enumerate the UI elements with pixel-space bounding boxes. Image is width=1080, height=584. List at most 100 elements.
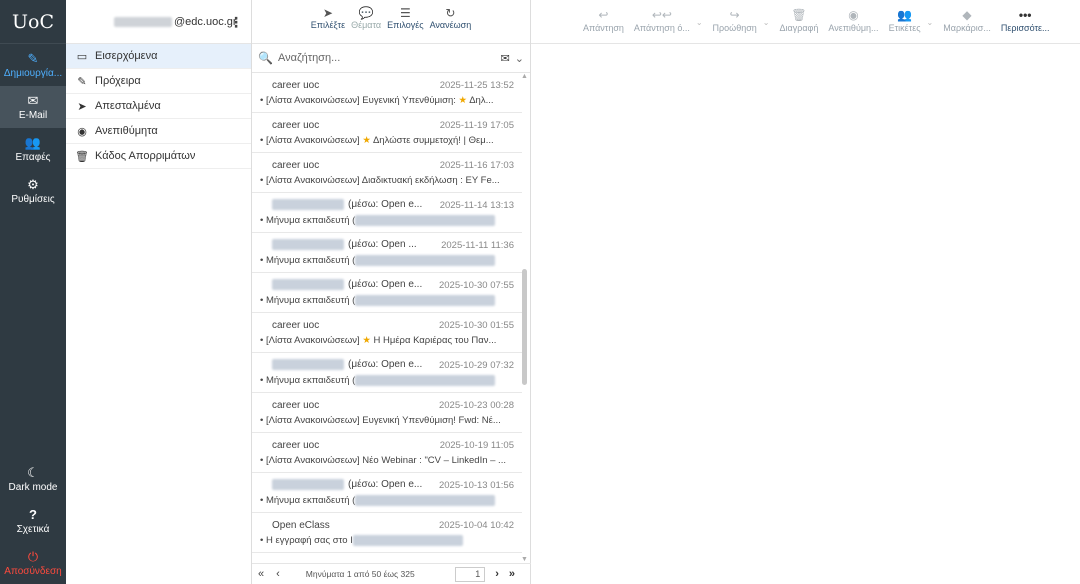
more-icon: •••: [1018, 8, 1032, 22]
refresh-icon: ↻: [445, 6, 456, 20]
folder-trash[interactable]: 🗑 Κάδος Απορριμάτων: [66, 144, 251, 169]
nav-mail[interactable]: ✉ E-Mail: [0, 86, 66, 128]
sender-text: (μέσω: Open ...: [348, 239, 417, 251]
account-email: @edc.uoc.gr: [174, 15, 237, 28]
threads-label: Θέματα: [351, 20, 382, 30]
folder-drafts[interactable]: ✎ Πρόχειρα: [66, 69, 251, 94]
nav-contacts[interactable]: 👥 Επαφές: [0, 128, 66, 170]
dropdown-caret-icon[interactable]: ⌄: [696, 18, 703, 43]
message-row[interactable]: Open eClass 2025-10-04 10:42 • Η εγγραφή σ…: [252, 513, 522, 553]
pager-text: Μηνύματα 1 από 50 έως 325: [305, 569, 415, 579]
sender-text: career uoc: [272, 119, 320, 131]
dropdown-caret-icon[interactable]: ⌄: [763, 18, 770, 43]
message-sender: (μέσω: Open e...: [272, 199, 422, 211]
message-date: 2025-11-16 17:03: [439, 159, 514, 171]
message-sender: career uoc: [272, 160, 319, 171]
more-button[interactable]: ••• Περισσότε...: [1001, 8, 1050, 43]
account-menu-icon[interactable]: ⋮: [229, 14, 243, 31]
account-name-redacted: [114, 16, 172, 27]
webmail-app: UoC ✎ Δημιουργία... ✉ E-Mail 👥 Επαφές ⚙ …: [0, 0, 1080, 584]
message-row[interactable]: career uoc 2025-10-30 01:55 • [Λίστα Ανακο…: [252, 313, 522, 353]
reply-all-button[interactable]: ↩↩ Απάντηση ό...: [634, 8, 690, 43]
page-number-input[interactable]: 1: [455, 566, 486, 582]
message-row[interactable]: career uoc 2025-11-25 13:52 • [Λίστα Ανακο…: [252, 73, 522, 113]
scroll-down-icon[interactable]: ▼: [521, 556, 528, 563]
folder-sent[interactable]: ➤ Απεσταλμένα: [66, 94, 251, 119]
options-button[interactable]: ☰ Επιλογές: [387, 6, 423, 43]
message-row[interactable]: (μέσω: Open e... 2025-10-30 07:55 • Μήνυμα…: [252, 273, 522, 313]
message-row[interactable]: (μέσω: Open ... 2025-11-11 11:36 • Μήνυμα …: [252, 233, 522, 273]
trash-icon: 🗑: [75, 150, 89, 163]
scroll-up-icon[interactable]: ▲: [521, 73, 528, 80]
message-subject: • Μήνυμα εκπαιδευτή (: [260, 493, 514, 509]
search-input[interactable]: Αναζήτηση...: [278, 52, 501, 64]
account-header: @edc.uoc.gr ⋮: [66, 0, 251, 44]
compose-label: Δημιουργία...: [3, 67, 63, 79]
message-row[interactable]: (μέσω: Open e... 2025-10-13 01:56 • Μήνυμα…: [252, 473, 522, 513]
message-header: career uoc 2025-11-19 17:05: [272, 117, 514, 133]
select-button[interactable]: ➤ Επιλέξτε: [311, 6, 345, 43]
subject-redacted: [355, 294, 496, 306]
sender-text: career uoc: [272, 79, 320, 91]
last-page-icon[interactable]: »: [509, 568, 515, 580]
spam-icon: ◉: [77, 125, 87, 138]
message-header: career uoc 2025-10-19 11:05: [272, 437, 514, 453]
settings-label: Ρυθμίσεις: [11, 193, 55, 205]
spam-button[interactable]: ◉ Ανεπιθύμη...: [828, 8, 878, 43]
moon-icon: ☾: [27, 464, 39, 480]
threads-button[interactable]: 💬 Θέματα: [351, 6, 381, 43]
folder-panel: @edc.uoc.gr ⋮ ▭ Εισερχόμενα ✎ Πρόχειρα ➤…: [66, 0, 252, 584]
first-page-icon[interactable]: «: [258, 568, 264, 580]
message-sender: career uoc: [272, 320, 319, 331]
subject-text: [Λίστα Ανακοινώσεων] Διαδικτυακή εκδήλωσ…: [265, 175, 500, 186]
subject-text-post: Η Ημέρα Καριέρας του Παν...: [370, 335, 497, 346]
folder-spam[interactable]: ◉ Ανεπιθύμητα: [66, 119, 251, 144]
message-row[interactable]: (μέσω: Open e... 2025-11-14 13:13 • Μήνυμα…: [252, 193, 522, 233]
scroll-thumb[interactable]: [522, 269, 527, 385]
message-row[interactable]: career uoc 2025-10-19 11:05 • [Λίστα Ανακο…: [252, 433, 522, 473]
message-subject: • [Λίστα Ανακοινώσεων] ★ Η Ημέρα Καριέρα…: [260, 333, 514, 349]
chevron-down-icon[interactable]: ⌄: [515, 52, 524, 65]
about-button[interactable]: ? Σχετικά: [0, 500, 66, 542]
sender-text: Open eClass: [272, 519, 330, 531]
subject-text: [Λίστα Ανακοινώσεων] Νέο Webinar : "CV –…: [265, 455, 506, 466]
compose-button[interactable]: ✎ Δημιουργία...: [0, 44, 66, 86]
message-row[interactable]: career uoc 2025-11-16 17:03 • [Λίστα Ανακο…: [252, 153, 522, 193]
message-sender: career uoc: [272, 400, 319, 411]
message-date: 2025-10-30 07:55: [438, 279, 514, 291]
reading-pane: ↩ Απάντηση ↩↩ Απάντηση ό... ⌄ ↪ Προώθηση ⌄ 🗑 Διαγ…: [531, 0, 1080, 584]
trash-button[interactable]: 🗑 Διαγραφή: [779, 8, 818, 43]
message-row[interactable]: (μέσω: Open e... 2025-10-29 07:32 • Μήνυμα…: [252, 353, 522, 393]
tags-button[interactable]: 👥 Ετικέτες: [889, 8, 921, 43]
message-list: career uoc 2025-11-25 13:52 • [Λίστα Ανακο…: [252, 73, 522, 563]
dropdown-caret-icon[interactable]: ⌄: [927, 18, 934, 43]
message-date: 2025-10-29 07:32: [438, 359, 514, 371]
logo: UoC: [0, 0, 66, 44]
sender-text: (μέσω: Open e...: [348, 279, 423, 291]
sender-redacted: [272, 279, 344, 291]
tag-button[interactable]: ◆ Μαρκάρισ...: [943, 8, 991, 43]
logout-button[interactable]: ⏻ Αποσύνδεση: [0, 542, 66, 584]
message-subject: • Μήνυμα εκπαιδευτή (: [260, 373, 514, 389]
subject-text: [Λίστα Ανακοινώσεων] Ευγενική Υπενθύμιση…: [265, 95, 459, 106]
message-header: (μέσω: Open e... 2025-10-29 07:32: [272, 357, 514, 373]
message-row[interactable]: career uoc 2025-10-23 00:28 • [Λίστα Ανακο…: [252, 393, 522, 433]
spam-icon: ◉: [848, 8, 859, 22]
folder-label: Κάδος Απορριμάτων: [95, 150, 196, 162]
message-sender: career uoc: [272, 120, 319, 131]
toolbar-label: Απάντηση: [583, 23, 624, 33]
nav-settings[interactable]: ⚙ Ρυθμίσεις: [0, 170, 66, 212]
prev-page-icon[interactable]: ‹: [276, 568, 280, 580]
refresh-button[interactable]: ↻ Ανανέωση: [430, 6, 472, 43]
next-page-icon[interactable]: ›: [495, 568, 499, 580]
subject-text: Μήνυμα εκπαιδευτή (: [265, 255, 356, 266]
envelope-filter-icon[interactable]: ✉: [501, 52, 510, 65]
message-row[interactable]: career uoc 2025-11-19 17:05 • [Λίστα Ανακο…: [252, 113, 522, 153]
reply-button[interactable]: ↩ Απάντηση: [583, 8, 624, 43]
cursor-icon: ➤: [322, 6, 333, 20]
sender-text: career uoc: [272, 319, 320, 331]
folder-inbox[interactable]: ▭ Εισερχόμενα: [66, 44, 251, 69]
dark-mode-button[interactable]: ☾ Dark mode: [0, 458, 66, 500]
forward-button[interactable]: ↪ Προώθηση: [713, 8, 757, 43]
scrollbar[interactable]: ▲ ▼: [521, 73, 528, 563]
